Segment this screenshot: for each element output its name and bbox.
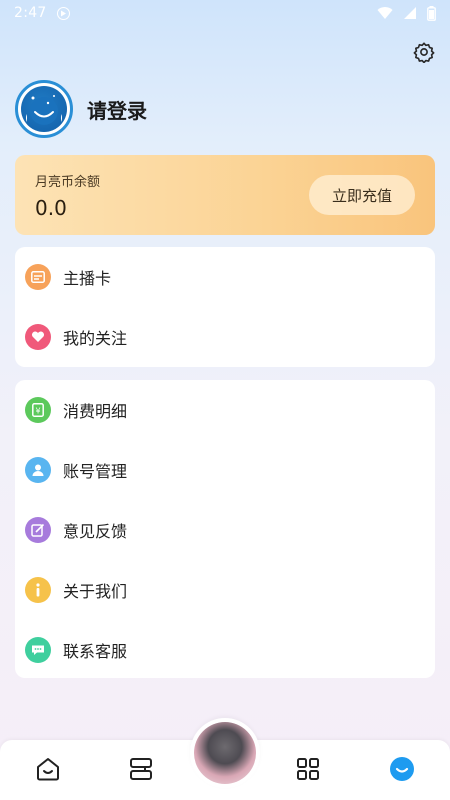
menu-item-following[interactable]: 我的关注 [15,307,435,367]
login-link[interactable]: 请登录 [87,95,147,124]
user-icon [25,457,51,483]
player-avatar [194,722,256,784]
heart-icon [25,324,51,350]
library-icon [130,758,152,780]
balance-value: 0.0 [35,195,67,220]
menu-item-about[interactable]: 关于我们 [15,560,435,620]
grid-icon [297,758,319,780]
menu-item-consumption[interactable]: ¥ 消费明细 [15,380,435,440]
recharge-button[interactable]: 立即充值 [309,175,415,215]
menu-item-feedback[interactable]: 意见反馈 [15,500,435,560]
menu-item-streamer-card[interactable]: 主播卡 [15,247,435,307]
home-icon [37,758,59,781]
cast-icon [56,6,70,20]
wifi-icon [377,7,393,20]
settings-button[interactable] [410,38,438,66]
edit-icon [25,517,51,543]
status-time: 2:47 [14,5,47,21]
menu-card-secondary: ¥ 消费明细 账号管理 意见反馈 关于我们 联系客服 [15,380,435,678]
menu-label: 主播卡 [63,269,112,288]
profile-icon [390,757,414,781]
battery-icon [427,5,436,21]
info-icon [25,577,51,603]
menu-label: 账号管理 [63,462,128,481]
balance-label: 月亮币余额 [35,174,101,190]
chat-icon [25,637,51,663]
profile-header: 请登录 [15,80,147,138]
gear-icon [413,42,435,63]
balance-info: 月亮币余额 0.0 [35,171,100,220]
tab-library[interactable] [126,754,156,784]
player-button[interactable] [190,718,260,788]
svg-text:¥: ¥ [35,407,40,416]
menu-label: 我的关注 [63,329,128,348]
menu-item-account[interactable]: 账号管理 [15,440,435,500]
menu-label: 关于我们 [63,582,128,601]
moon-avatar-icon [21,86,67,132]
tab-discover[interactable] [293,754,323,784]
card-icon [25,264,51,290]
status-icons [377,5,436,21]
menu-label: 意见反馈 [63,522,128,541]
avatar[interactable] [15,80,73,138]
menu-label: 消费明细 [63,402,128,421]
menu-card-primary: 主播卡 我的关注 [15,247,435,367]
menu-label: 联系客服 [63,642,128,661]
tab-home[interactable] [33,754,63,784]
tab-profile[interactable] [387,754,417,784]
menu-item-customer-service[interactable]: 联系客服 [15,620,435,680]
signal-icon [404,7,416,19]
status-bar: 2:47 [0,0,450,26]
wallet-icon: ¥ [25,397,51,423]
balance-card: 月亮币余额 0.0 立即充值 [15,155,435,235]
